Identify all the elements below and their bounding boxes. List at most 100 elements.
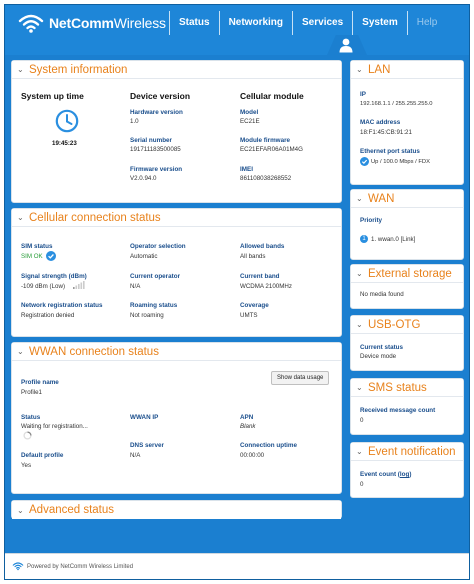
- chevron-down-icon: ⌄: [17, 347, 24, 356]
- event-notification-header[interactable]: ⌄ Event notification: [351, 443, 463, 461]
- advanced-status-panel: ⌄ Advanced status: [11, 500, 342, 519]
- apn-label: APN: [240, 414, 254, 421]
- dns-server-value: N/A: [130, 452, 141, 459]
- usb-otg-panel: ⌄ USB-OTG Current status Device mode: [350, 315, 464, 371]
- current-band-label: Current band: [240, 273, 280, 280]
- nav-networking[interactable]: Networking: [218, 11, 292, 35]
- wwan-status-panel: ⌄ WWAN connection status Profile name Pr…: [11, 342, 342, 494]
- sim-status-label: SIM status: [21, 243, 53, 250]
- sms-status-header[interactable]: ⌄ SMS status: [351, 379, 463, 397]
- chevron-down-icon: ⌄: [356, 320, 363, 329]
- header-bar: NetCommWireless Status Networking Servic…: [5, 5, 469, 55]
- panel-title: WWAN connection status: [29, 345, 159, 358]
- panel-title: LAN: [368, 63, 391, 76]
- current-band-value: WCDMA 2100MHz: [240, 283, 292, 290]
- model-value: EC21E: [240, 118, 260, 125]
- wireless-logo-icon: [18, 14, 44, 33]
- chevron-down-icon: ⌄: [356, 383, 363, 392]
- usb-otg-header[interactable]: ⌄ USB-OTG: [351, 316, 463, 334]
- show-data-usage-button[interactable]: Show data usage: [271, 371, 330, 385]
- lan-header[interactable]: ⌄ LAN: [351, 61, 463, 79]
- roaming-status-value: Not roaming: [130, 312, 164, 319]
- wan-priority-label: Priority: [360, 217, 383, 224]
- coverage-label: Coverage: [240, 302, 269, 309]
- chevron-down-icon: ⌄: [356, 194, 363, 203]
- cellular-status-panel: ⌄ Cellular connection status SIM status …: [11, 208, 342, 337]
- priority-number-badge: 1: [360, 235, 368, 243]
- operator-selection-value: Automatic: [130, 253, 158, 260]
- imei-value: 861108038268552: [240, 175, 292, 182]
- clock-icon: [55, 109, 79, 133]
- mac-address-label: MAC address: [360, 119, 401, 126]
- profile-name-value: Profile1: [21, 389, 42, 396]
- external-storage-value: No media found: [360, 291, 404, 298]
- netcomm-logo[interactable]: NetCommWireless: [17, 11, 166, 35]
- firmware-version-value: V2.0.94.0: [130, 175, 157, 182]
- loading-spinner-icon: [23, 431, 32, 440]
- sim-status-value: SIM OK: [21, 253, 43, 260]
- roaming-status-label: Roaming status: [130, 302, 178, 309]
- footer: Powered by NetComm Wireless Limited: [5, 553, 469, 579]
- ethernet-status-label: Ethernet port status: [360, 148, 420, 155]
- main-nav: Status Networking Services System Help: [169, 11, 446, 35]
- model-label: Model: [240, 109, 259, 116]
- module-firmware-value: EC21EFAR06A01M4G: [240, 146, 303, 153]
- wan-header[interactable]: ⌄ WAN: [351, 190, 463, 208]
- module-firmware-label: Module firmware: [240, 137, 291, 144]
- signal-strength-value: -109 dBm (Low): [21, 283, 66, 290]
- current-operator-label: Current operator: [130, 273, 181, 280]
- external-storage-header[interactable]: ⌄ External storage: [351, 265, 463, 283]
- event-count-label: Event count (log): [360, 471, 412, 478]
- profile-name-label: Profile name: [21, 379, 59, 386]
- usb-current-status-value: Device mode: [360, 353, 397, 360]
- chevron-down-icon: ⌄: [356, 269, 363, 278]
- wwan-status-value: Waiting for registration...: [21, 423, 88, 430]
- cellular-status-header[interactable]: ⌄ Cellular connection status: [12, 209, 341, 227]
- user-icon[interactable]: [336, 37, 356, 53]
- device-version-title: Device version: [130, 91, 191, 101]
- coverage-value: UMTS: [240, 312, 258, 319]
- network-registration-value: Registration denied: [21, 312, 75, 319]
- received-message-count-value: 0: [360, 417, 364, 424]
- cellular-module-title: Cellular module: [240, 91, 304, 101]
- wan-panel: ⌄ WAN Priority 1 1. wwan.0 [Link]: [350, 189, 464, 260]
- usb-current-status-label: Current status: [360, 344, 404, 351]
- system-information-panel: ⌄ System information System up time 19:4…: [11, 60, 342, 203]
- connection-uptime-label: Connection uptime: [240, 442, 298, 449]
- external-storage-panel: ⌄ External storage No media found: [350, 264, 464, 309]
- panel-title: External storage: [368, 267, 452, 280]
- event-log-link[interactable]: log: [400, 471, 409, 478]
- nav-system[interactable]: System: [352, 11, 407, 35]
- ethernet-status-value: Up / 100.0 Mbps / FDX: [371, 159, 430, 165]
- nav-help[interactable]: Help: [406, 11, 447, 35]
- panel-title: Event notification: [368, 445, 456, 458]
- wwan-ip-label: WWAN IP: [130, 414, 159, 421]
- panel-title: WAN: [368, 192, 395, 205]
- wwan-status-header[interactable]: ⌄ WWAN connection status: [12, 343, 341, 361]
- brand-bold: NetComm: [49, 15, 114, 31]
- default-profile-label: Default profile: [21, 452, 64, 459]
- advanced-status-header[interactable]: ⌄ Advanced status: [12, 501, 341, 519]
- chevron-down-icon: ⌄: [356, 447, 363, 456]
- current-operator-value: N/A: [130, 283, 141, 290]
- nav-services[interactable]: Services: [292, 11, 352, 35]
- wwan-status-label: Status: [21, 414, 41, 421]
- uptime-value: 19:45:23: [52, 140, 77, 147]
- default-profile-value: Yes: [21, 462, 32, 469]
- event-notification-panel: ⌄ Event notification Event count (log) 0: [350, 442, 464, 498]
- network-registration-label: Network registration status: [21, 302, 103, 309]
- sms-status-panel: ⌄ SMS status Received message count 0: [350, 378, 464, 435]
- brand-name: NetCommWireless: [49, 15, 166, 31]
- lan-ip-value: 192.168.1.1 / 255.255.255.0: [360, 101, 433, 107]
- hardware-version-value: 1.0: [130, 118, 139, 125]
- serial-number-value: 191711183500085: [130, 146, 181, 153]
- nav-status[interactable]: Status: [169, 11, 219, 35]
- chevron-down-icon: ⌄: [17, 505, 24, 515]
- app-frame: NetCommWireless Status Networking Servic…: [4, 4, 470, 580]
- serial-number-label: Serial number: [130, 137, 172, 144]
- lan-ip-label: IP: [360, 91, 366, 98]
- system-information-header[interactable]: ⌄ System information: [12, 61, 341, 79]
- check-circle-icon: [46, 251, 56, 261]
- wireless-logo-icon: [12, 562, 24, 571]
- apn-value: Blank: [240, 423, 256, 430]
